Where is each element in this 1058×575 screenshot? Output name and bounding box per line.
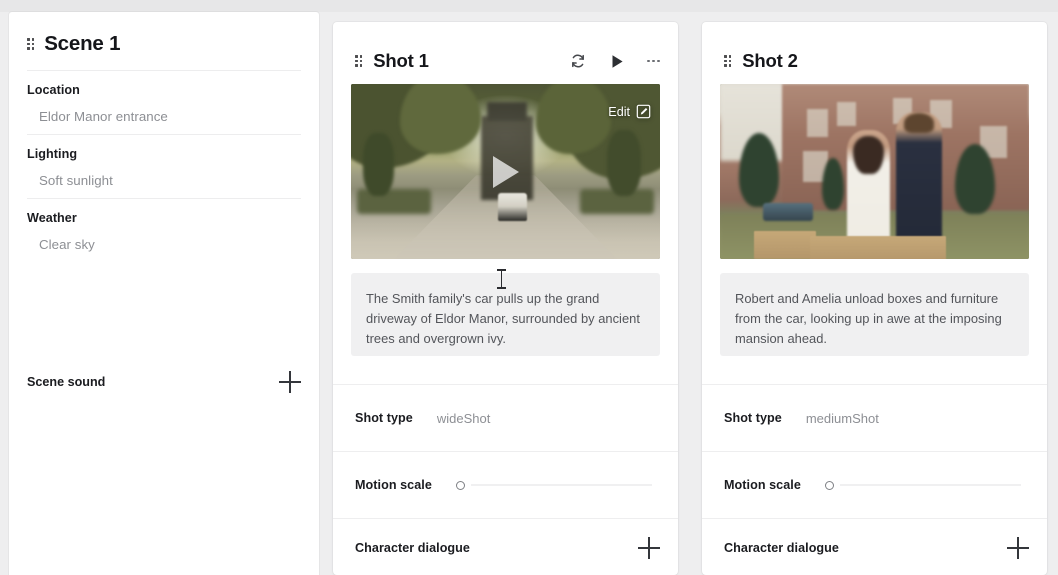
- character-dialogue-label: Character dialogue: [724, 541, 839, 555]
- shot-1-dialogue-row: Character dialogue: [333, 519, 678, 575]
- shot-1-description-box[interactable]: The Smith family's car pulls up the gran…: [351, 273, 660, 356]
- motion-scale-slider-thumb[interactable]: [825, 481, 834, 490]
- edit-thumbnail-button[interactable]: Edit: [608, 104, 651, 119]
- motion-scale-label: Motion scale: [724, 478, 801, 492]
- add-scene-sound-button[interactable]: [279, 371, 301, 393]
- shot-2-motion-scale-row: Motion scale: [702, 452, 1047, 518]
- motion-scale-slider[interactable]: [456, 478, 660, 492]
- shot-1-title: Shot 1: [373, 50, 429, 72]
- scene-field-value[interactable]: Soft sunlight: [27, 173, 301, 188]
- shot-1-shot-type-row: Shot type wideShot: [333, 385, 678, 451]
- scene-title: Scene 1: [44, 32, 120, 56]
- edit-label: Edit: [608, 105, 630, 119]
- shot-type-label: Shot type: [355, 411, 413, 425]
- scene-sound-label: Scene sound: [27, 375, 105, 389]
- shot-type-value[interactable]: mediumShot: [806, 411, 879, 426]
- edit-pencil-icon: [636, 104, 651, 119]
- drag-handle-icon[interactable]: [724, 55, 731, 67]
- scene-field-label: Location: [27, 83, 301, 97]
- scene-field-label: Weather: [27, 211, 301, 225]
- drag-handle-icon[interactable]: [27, 38, 34, 50]
- scene-header: Scene 1: [9, 12, 319, 70]
- shot-2-header: Shot 2: [702, 22, 1047, 84]
- shot-type-value[interactable]: wideShot: [437, 411, 490, 426]
- shot-2-description-text: Robert and Amelia unload boxes and furni…: [735, 289, 1014, 349]
- scene-sound-row: Scene sound: [9, 364, 319, 400]
- shot-2-description-box[interactable]: Robert and Amelia unload boxes and furni…: [720, 273, 1029, 356]
- shot-2-thumbnail[interactable]: Edit: [720, 84, 1029, 259]
- scene-field-value[interactable]: Clear sky: [27, 237, 301, 252]
- storyboard-editor: Scene 1 Location Eldor Manor entrance Li…: [0, 0, 1058, 575]
- shot-2-dialogue-row: Character dialogue: [702, 519, 1047, 575]
- shot-1-description-text: The Smith family's car pulls up the gran…: [366, 289, 645, 349]
- play-icon[interactable]: [608, 52, 626, 70]
- scene-panel: Scene 1 Location Eldor Manor entrance Li…: [9, 12, 319, 575]
- add-character-dialogue-button[interactable]: [638, 537, 660, 559]
- shot-1-motion-scale-row: Motion scale: [333, 452, 678, 518]
- motion-scale-slider-thumb[interactable]: [456, 481, 465, 490]
- scene-field-weather: Weather Clear sky: [9, 199, 319, 262]
- shot-2-shot-type-row: Shot type mediumShot: [702, 385, 1047, 451]
- refresh-icon[interactable]: [569, 52, 587, 70]
- scene-field-value[interactable]: Eldor Manor entrance: [27, 109, 301, 124]
- shot-type-label: Shot type: [724, 411, 782, 425]
- motion-scale-slider[interactable]: [825, 478, 1029, 492]
- drag-handle-icon[interactable]: [355, 55, 362, 67]
- shot-1-actions: [569, 52, 660, 70]
- ellipsis-icon[interactable]: [647, 52, 660, 70]
- scene-field-lighting: Lighting Soft sunlight: [9, 135, 319, 198]
- add-character-dialogue-button[interactable]: [1007, 537, 1029, 559]
- motion-scale-label: Motion scale: [355, 478, 432, 492]
- shot-1-thumbnail[interactable]: Edit: [351, 84, 660, 259]
- shot-card-2: Shot 2: [702, 22, 1047, 575]
- shot-card-1: Shot 1: [333, 22, 678, 575]
- shot-2-thumbnail-image: [720, 84, 1029, 259]
- scene-field-location: Location Eldor Manor entrance: [9, 71, 319, 134]
- shot-1-header: Shot 1: [333, 22, 678, 84]
- motion-scale-slider-track[interactable]: [840, 484, 1021, 486]
- scene-field-label: Lighting: [27, 147, 301, 161]
- character-dialogue-label: Character dialogue: [355, 541, 470, 555]
- shot-2-title: Shot 2: [742, 50, 798, 72]
- window-top-strip: [0, 0, 1058, 12]
- motion-scale-slider-track[interactable]: [471, 484, 652, 486]
